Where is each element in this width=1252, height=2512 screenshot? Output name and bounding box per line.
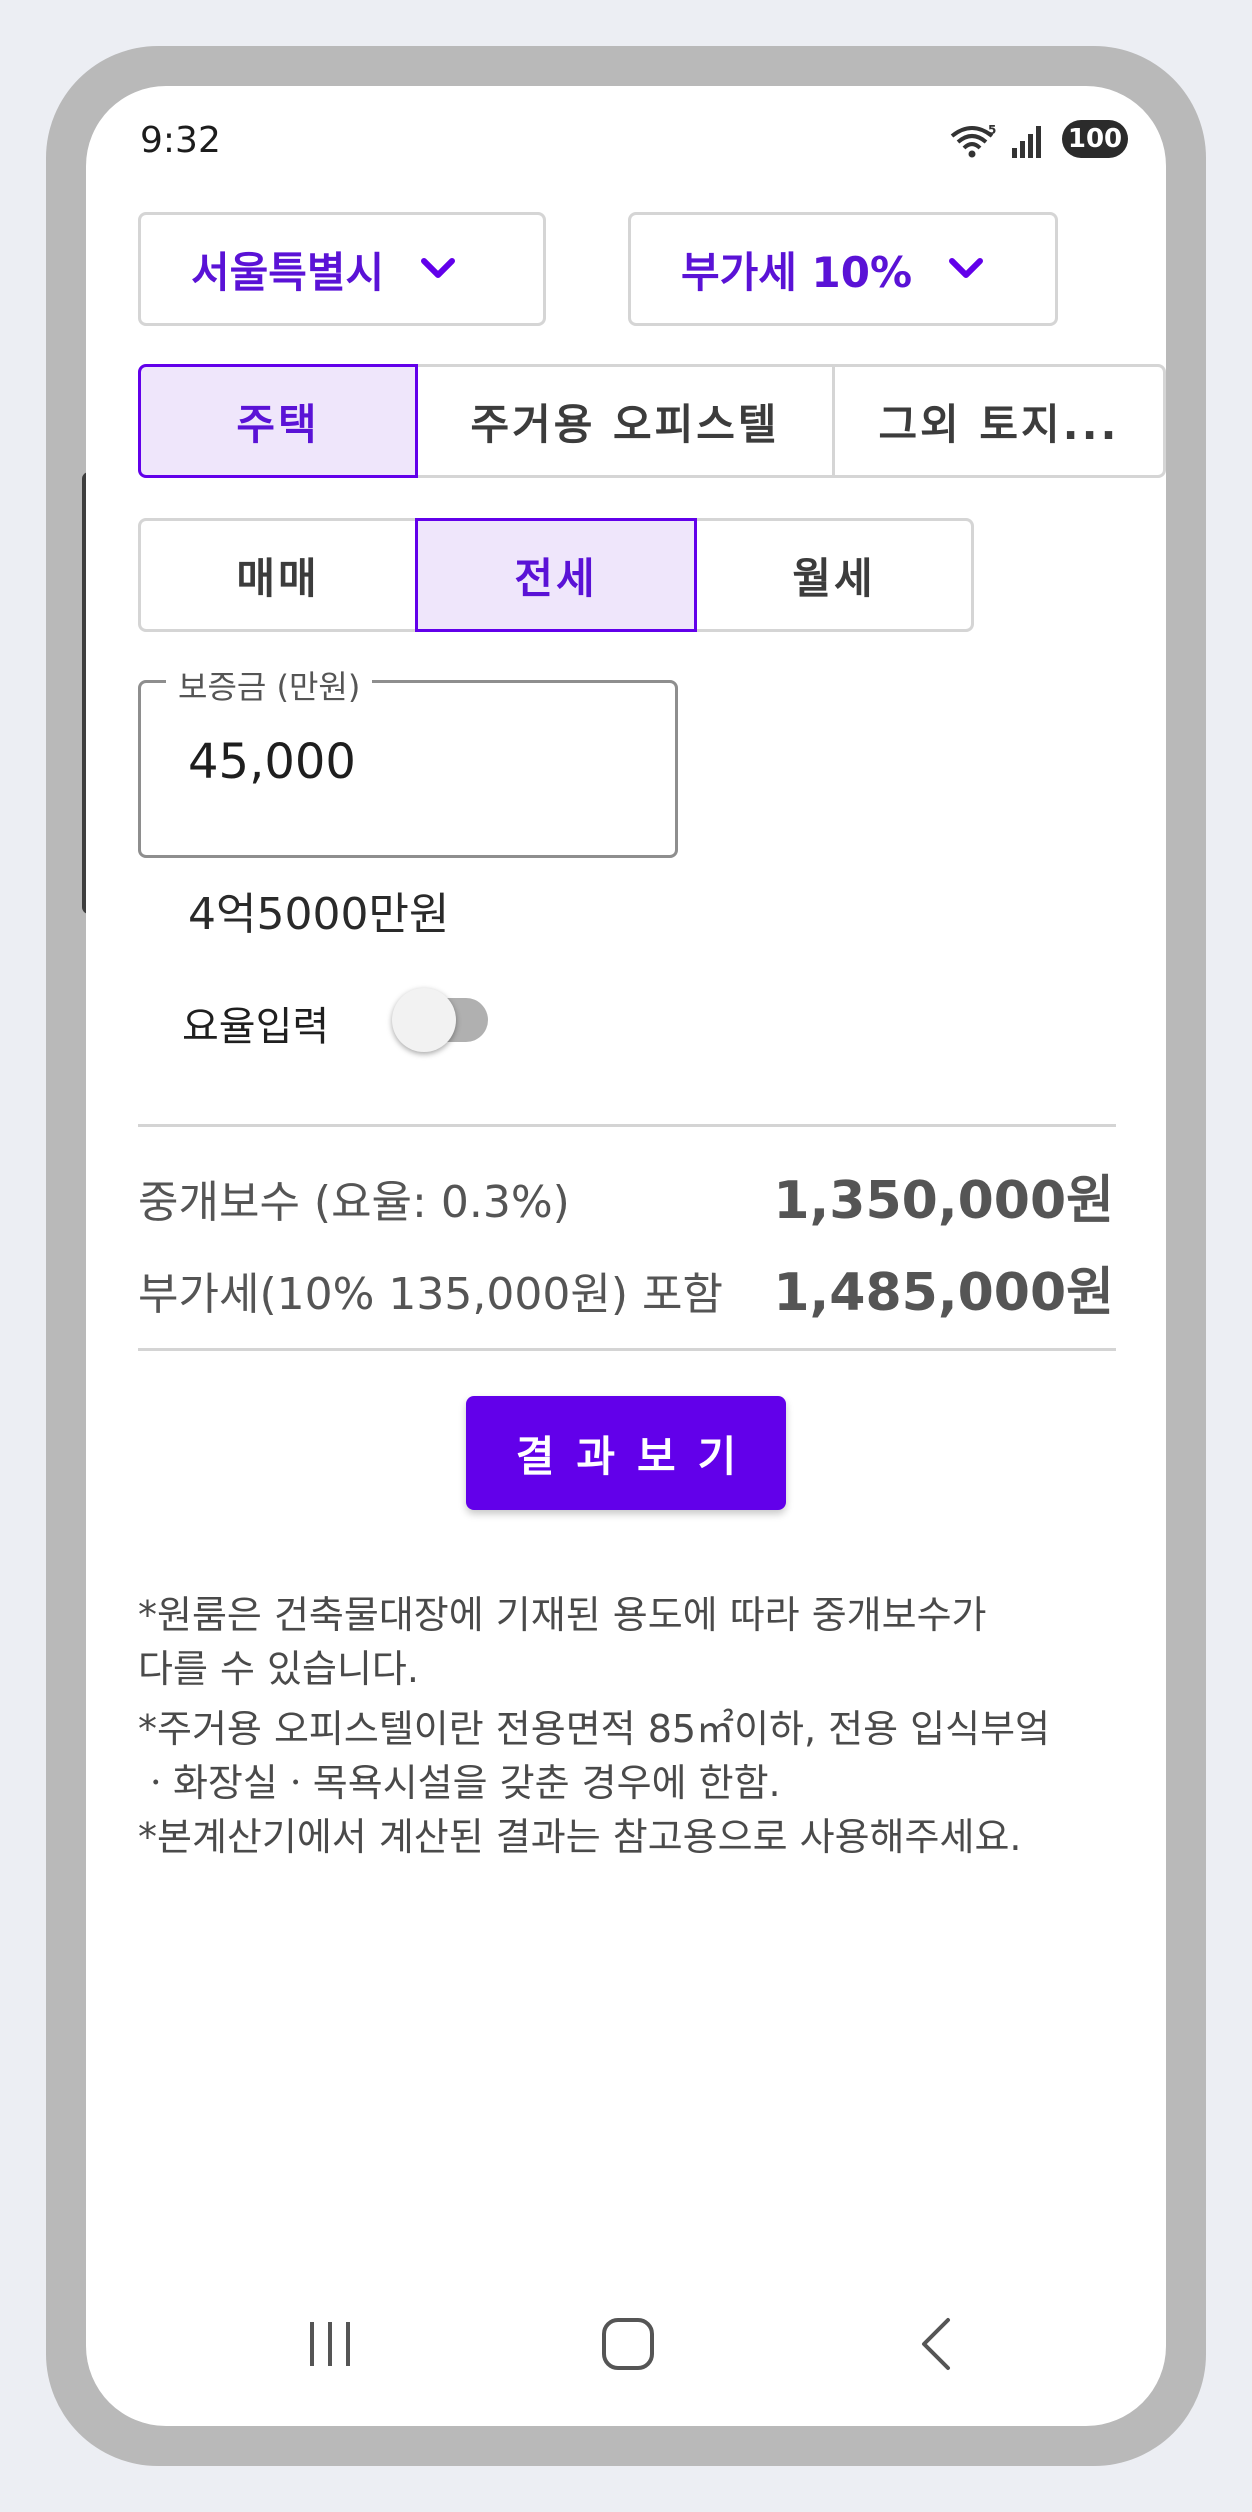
tab-monthly-rent-label: 월세 (792, 553, 876, 603)
tab-other-land-label: 그외 토지... (878, 399, 1120, 449)
note-line: ㆍ화장실ㆍ목욕시설을 갖춘 경우에 한함. (138, 1761, 781, 1805)
note-line: *주거용 오피스텔이란 전용면적 85㎡이하, 전용 입식부엌 (138, 1707, 1050, 1751)
tab-monthly-rent[interactable]: 월세 (694, 518, 974, 632)
vat-dropdown[interactable]: 부가세 10% (628, 212, 1058, 326)
tab-jeonse[interactable]: 전세 (415, 518, 697, 632)
rate-input-label: 요율입력 (182, 1004, 330, 1050)
signal-icon (1012, 126, 1041, 158)
deposit-korean-amount: 4억5000만원 (188, 889, 450, 940)
deposit-field-label: 보증금 (만원) (166, 662, 373, 708)
tab-sale[interactable]: 매매 (138, 518, 418, 632)
wifi-icon: 5 (950, 123, 996, 158)
tab-house[interactable]: 주택 (138, 364, 418, 478)
recent-apps-icon[interactable] (302, 2316, 358, 2372)
status-time: 9:32 (140, 120, 221, 161)
view-result-button[interactable]: 결과보기 (466, 1396, 786, 1510)
battery-indicator: 100 (1062, 120, 1128, 158)
svg-text:5: 5 (988, 123, 996, 137)
vat-included-value: 1,485,000원 (773, 1263, 1114, 1323)
chevron-down-icon (949, 258, 984, 278)
rate-input-toggle-thumb[interactable] (392, 988, 456, 1052)
tab-other-land[interactable]: 그외 토지... (832, 364, 1166, 478)
tab-officetel[interactable]: 주거용 오피스텔 (415, 364, 835, 478)
status-icons: 5 100 (948, 118, 1128, 164)
divider-bottom (138, 1348, 1116, 1351)
tab-sale-label: 매매 (236, 553, 320, 603)
deposit-value[interactable]: 45,000 (188, 734, 356, 790)
note-line: *본계산기에서 계산된 결과는 참고용으로 사용해주세요. (138, 1815, 1022, 1859)
fee-label: 중개보수 (요율: 0.3%) (138, 1177, 570, 1228)
tab-officetel-label: 주거용 오피스텔 (470, 399, 780, 449)
vat-dropdown-label: 부가세 10% (681, 247, 913, 297)
home-icon[interactable] (600, 2316, 656, 2372)
tab-house-label: 주택 (236, 399, 320, 449)
region-dropdown-label: 서울특별시 (191, 247, 385, 297)
note-line: *원룸은 건축물대장에 기재된 용도에 따라 중개보수가 (138, 1593, 987, 1637)
tab-jeonse-label: 전세 (514, 553, 598, 603)
divider-top (138, 1124, 1116, 1127)
region-dropdown[interactable]: 서울특별시 (138, 212, 546, 326)
back-icon[interactable] (910, 2316, 966, 2372)
chevron-down-icon (421, 258, 456, 278)
app-screen: 9:32 5 100 서울특별시 부가세 10% 주택 주거용 오피스텔 그외 … (86, 86, 1166, 2426)
note-line: 다를 수 있습니다. (138, 1647, 419, 1691)
fee-value: 1,350,000원 (773, 1171, 1114, 1231)
vat-included-label: 부가세(10% 135,000원) 포함 (138, 1269, 723, 1320)
